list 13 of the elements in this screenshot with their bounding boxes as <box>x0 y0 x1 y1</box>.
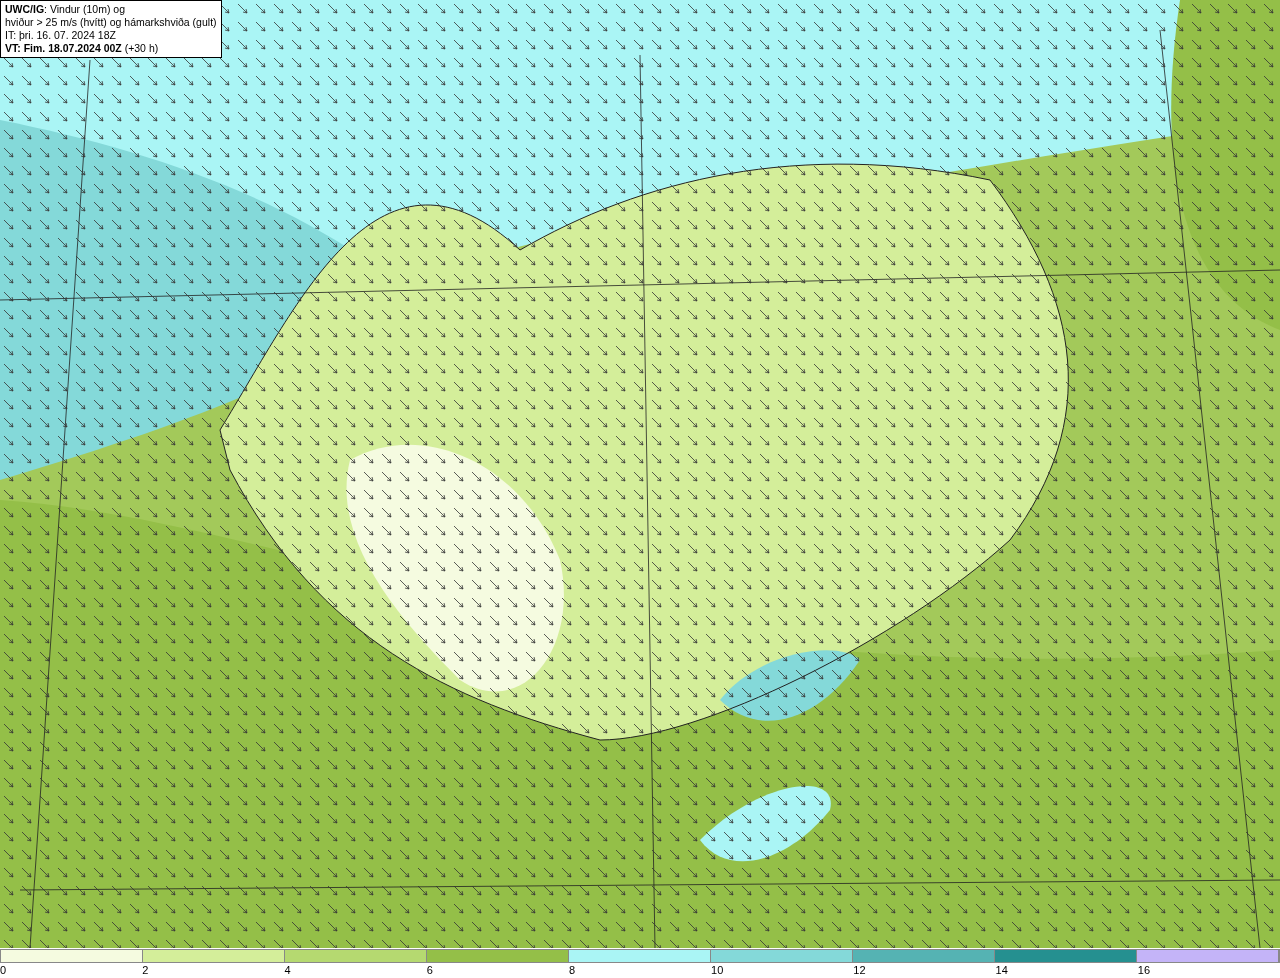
legend-tick-label: 14 <box>995 964 1008 976</box>
legend-tick-label: 4 <box>284 964 291 976</box>
legend-tick-label: 6 <box>426 964 433 976</box>
legend-tick-label: 12 <box>853 964 866 976</box>
legend-tick-label: 2 <box>142 964 149 976</box>
legend-tick-label: 8 <box>568 964 575 976</box>
info-text: UWC/IG: Vindur (10m) og <box>5 3 126 16</box>
info-text: VT: Fim. 18.07.2024 00Z (+30 h) <box>5 42 160 55</box>
info-text: IT: þri. 16. 07. 2024 18Z <box>5 29 117 42</box>
info-text: hviður > 25 m/s (hvítt) og hámarkshviða (gult) <box>5 16 217 29</box>
legend-tick-label: 16 <box>1137 964 1150 976</box>
legend-tick-label: 0 <box>0 964 7 976</box>
legend-tick-label: 10 <box>711 964 724 976</box>
